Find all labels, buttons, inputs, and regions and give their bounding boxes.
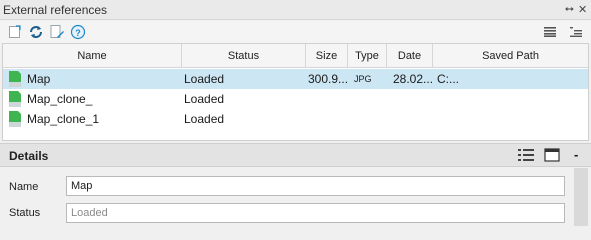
details-header: Details - <box>0 143 591 167</box>
column-header-name[interactable]: Name <box>3 44 182 68</box>
list-view-icon[interactable] <box>541 23 559 41</box>
table-header: Name Status Size Type Date Saved Path <box>3 44 588 68</box>
references-table: Name Status Size Type Date Saved Path Ma… <box>2 43 589 141</box>
name-label: Name <box>9 181 39 193</box>
name-field[interactable]: Map <box>66 176 565 196</box>
reload-icon[interactable] <box>27 23 45 41</box>
row-name: Map <box>27 72 51 86</box>
details-title: Details <box>9 149 49 163</box>
status-field: Loaded <box>66 203 565 223</box>
panel-title: External references <box>3 2 108 17</box>
tree-view-icon[interactable] <box>567 23 585 41</box>
attach-icon[interactable] <box>6 23 24 41</box>
column-header-date[interactable]: Date <box>387 44 433 68</box>
table-row[interactable]: Map_clone_ Loaded <box>3 89 588 109</box>
column-header-status[interactable]: Status <box>182 44 306 68</box>
table-row[interactable]: Map_clone_1 Loaded <box>3 109 588 129</box>
list-details-icon[interactable] <box>518 148 534 162</box>
table-row[interactable]: Map Loaded 300.9... JPG 28.02... C:... <box>3 69 588 89</box>
help-glyph: ? <box>75 27 81 38</box>
row-status: Loaded <box>184 72 225 86</box>
preview-icon[interactable] <box>544 148 560 162</box>
details-panel: Name Map Status Loaded <box>0 167 591 226</box>
details-scrollbar[interactable] <box>574 168 588 226</box>
row-saved-path: C:... <box>437 72 460 86</box>
close-icon[interactable]: ✕ <box>578 3 587 16</box>
row-name: Map_clone_ <box>27 92 93 106</box>
row-status: Loaded <box>184 112 225 126</box>
edit-path-icon[interactable] <box>48 23 66 41</box>
row-date: 28.02... <box>393 72 433 86</box>
column-header-type[interactable]: Type <box>348 44 387 68</box>
collapse-icon[interactable]: - <box>574 147 578 162</box>
help-icon[interactable]: ? <box>69 23 87 41</box>
row-type: JPG <box>354 74 372 84</box>
row-name: Map_clone_1 <box>27 112 100 126</box>
row-status: Loaded <box>184 92 225 106</box>
status-label: Status <box>9 207 41 219</box>
image-file-icon <box>9 71 21 87</box>
row-size: 300.9... <box>308 72 348 86</box>
image-file-icon <box>9 111 21 127</box>
column-header-size[interactable]: Size <box>306 44 348 68</box>
panel-titlebar: External references ⭤ ✕ <box>0 0 591 20</box>
pin-icon[interactable]: ⭤ <box>565 3 574 16</box>
image-file-icon <box>9 91 21 107</box>
toolbar: ? <box>0 21 591 43</box>
column-header-saved-path[interactable]: Saved Path <box>433 44 588 68</box>
